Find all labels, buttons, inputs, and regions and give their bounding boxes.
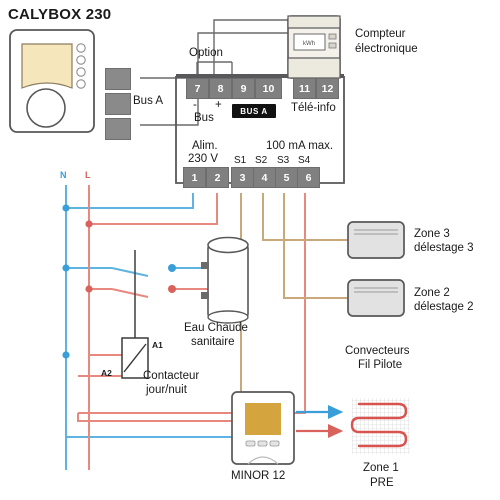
convectors-caption-line1: Convecteurs	[345, 345, 410, 357]
zone2-label-line2: délestage 2	[414, 301, 474, 313]
terminal-2[interactable]: 2	[206, 167, 229, 188]
live-label: L	[85, 170, 91, 180]
teleinfo-label: Télé-info	[291, 102, 336, 114]
coil-a2-label: A2	[101, 368, 112, 378]
option-label: Option	[189, 47, 223, 59]
alim-label-line1: Alim.	[192, 140, 218, 152]
water-heater-label-line1: Eau Chaude	[184, 322, 248, 334]
contactor-label-line2: jour/nuit	[146, 384, 187, 396]
bus-terminal-block-3[interactable]	[105, 118, 131, 140]
thermostat-label: MINOR 12	[231, 470, 286, 482]
terminal-3[interactable]: 3	[231, 167, 254, 188]
bus-minus-label: -	[193, 99, 197, 111]
terminal-11[interactable]: 11	[293, 78, 316, 99]
meter-label-line1: Compteur	[355, 28, 406, 40]
terminal-6[interactable]: 6	[297, 167, 320, 188]
terminal-4[interactable]: 4	[253, 167, 276, 188]
neutral-label: N	[60, 170, 67, 180]
bus-word-label: Bus	[194, 112, 214, 124]
terminal-7[interactable]: 7	[186, 78, 209, 99]
coil-a1-label: A1	[152, 340, 163, 350]
terminal-9[interactable]: 9	[232, 78, 255, 99]
s2-label: S2	[255, 155, 268, 166]
zone2-label-line1: Zone 2	[414, 287, 450, 299]
s3-label: S3	[277, 155, 290, 166]
page-title: CALYBOX 230	[8, 6, 112, 23]
zone3-label-line1: Zone 3	[414, 228, 450, 240]
bus-terminal-block-2[interactable]	[105, 93, 131, 115]
current-rating-label: 100 mA max.	[266, 140, 334, 152]
water-heater-label-line2: sanitaire	[191, 336, 235, 348]
bus-plus-label: +	[215, 99, 222, 111]
wiring-diagram-canvas: kWh CALYBOX 230 Bus A Option 7 8 9 10 11…	[0, 0, 500, 500]
alim-label-line2: 230 V	[188, 153, 219, 165]
zone3-label-line2: délestage 3	[414, 242, 474, 254]
bus-a-badge: BUS A	[232, 104, 276, 118]
terminal-1[interactable]: 1	[183, 167, 206, 188]
terminal-12[interactable]: 12	[316, 78, 339, 99]
terminal-8[interactable]: 8	[209, 78, 232, 99]
contactor-label-line1: Contacteur	[143, 370, 200, 382]
s4-label: S4	[298, 155, 311, 166]
bus-terminal-block-1[interactable]	[105, 68, 131, 90]
s1-label: S1	[234, 155, 247, 166]
svg-text:kWh: kWh	[303, 41, 315, 47]
terminal-10[interactable]: 10	[255, 78, 282, 99]
zone1-label-line1: Zone 1	[363, 462, 399, 474]
bus-a-label: Bus A	[133, 95, 164, 107]
zone1-label-line2: PRE	[370, 477, 394, 489]
meter-label-line2: électronique	[355, 43, 418, 55]
terminal-5[interactable]: 5	[275, 167, 298, 188]
convectors-caption-line2: Fil Pilote	[358, 359, 403, 371]
